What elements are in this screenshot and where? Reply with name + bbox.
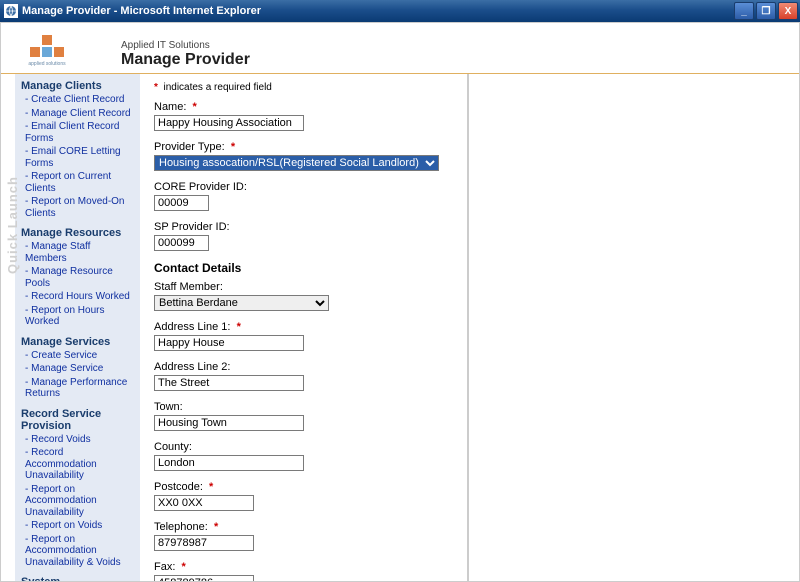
name-field[interactable] bbox=[154, 115, 304, 131]
fax-label: Fax: * bbox=[154, 561, 457, 573]
required-note: * indicates a required field bbox=[154, 82, 457, 93]
staff-label: Staff Member: bbox=[154, 281, 457, 293]
sidebar-item[interactable]: Email Client Record Forms bbox=[25, 121, 134, 144]
addr1-label: Address Line 1: * bbox=[154, 321, 457, 333]
sidebar-item[interactable]: Report on Voids bbox=[25, 520, 134, 532]
sidebar-nav: Manage Clients Create Client Record Manage… bbox=[15, 74, 140, 581]
addr2-label: Address Line 2: bbox=[154, 361, 457, 373]
sidebar-heading: Manage Clients bbox=[21, 80, 134, 92]
minimize-button[interactable]: _ bbox=[734, 2, 754, 20]
ie-icon bbox=[4, 4, 18, 18]
provider-type-select[interactable]: Housing assocation/RSL(Registered Social… bbox=[154, 155, 439, 171]
form-panel: * indicates a required field Name: * Pro… bbox=[140, 74, 468, 581]
quick-launch-label: Quick Launch bbox=[5, 176, 20, 274]
sidebar-item[interactable]: Manage Client Record bbox=[25, 108, 134, 120]
header-subtitle: Applied IT Solutions bbox=[121, 40, 250, 51]
sidebar-heading: Manage Services bbox=[21, 336, 134, 348]
page-title: Manage Provider bbox=[121, 51, 250, 69]
town-label: Town: bbox=[154, 401, 457, 413]
window-titlebar: Manage Provider - Microsoft Internet Exp… bbox=[0, 0, 800, 22]
contact-section-title: Contact Details bbox=[154, 261, 457, 275]
county-field[interactable] bbox=[154, 455, 304, 471]
addr2-field[interactable] bbox=[154, 375, 304, 391]
sidebar-item[interactable]: Report on Moved-On Clients bbox=[25, 196, 134, 219]
sidebar-item[interactable]: Report on Current Clients bbox=[25, 171, 134, 194]
sidebar-item[interactable]: Record Voids bbox=[25, 434, 134, 446]
name-label: Name: * bbox=[154, 101, 457, 113]
sidebar-heading: System Administration bbox=[21, 576, 134, 581]
telephone-field[interactable] bbox=[154, 535, 254, 551]
county-label: County: bbox=[154, 441, 457, 453]
telephone-label: Telephone: * bbox=[154, 521, 457, 533]
sidebar-item[interactable]: Create Service bbox=[25, 350, 134, 362]
sidebar-heading: Manage Resources bbox=[21, 227, 134, 239]
maximize-button[interactable]: ❐ bbox=[756, 2, 776, 20]
sidebar-item[interactable]: Report on Hours Worked bbox=[25, 305, 134, 328]
sidebar-item[interactable]: Record Hours Worked bbox=[25, 291, 134, 303]
addr1-field[interactable] bbox=[154, 335, 304, 351]
blank-right-panel bbox=[469, 74, 799, 581]
sidebar-heading: Record Service Provision bbox=[21, 408, 134, 432]
sidebar-item[interactable]: Manage Staff Members bbox=[25, 241, 134, 264]
core-id-label: CORE Provider ID: bbox=[154, 181, 457, 193]
sidebar-item[interactable]: Create Client Record bbox=[25, 94, 134, 106]
quick-launch-rail: Quick Launch bbox=[1, 74, 15, 581]
brand-logo: applied solutions bbox=[19, 29, 75, 69]
close-button[interactable]: X bbox=[778, 2, 798, 20]
sp-id-field[interactable] bbox=[154, 235, 209, 251]
sidebar-item[interactable]: Email CORE Letting Forms bbox=[25, 146, 134, 169]
page-header: applied solutions Applied IT Solutions M… bbox=[1, 23, 799, 74]
sidebar-item[interactable]: Report on Accommodation Unavailability &… bbox=[25, 534, 134, 569]
town-field[interactable] bbox=[154, 415, 304, 431]
staff-select[interactable]: Bettina Berdane bbox=[154, 295, 329, 311]
sp-id-label: SP Provider ID: bbox=[154, 221, 457, 233]
sidebar-item[interactable]: Report on Accommodation Unavailability bbox=[25, 484, 134, 519]
svg-text:applied solutions: applied solutions bbox=[28, 61, 66, 67]
sidebar-item[interactable]: Manage Resource Pools bbox=[25, 266, 134, 289]
sidebar-item[interactable]: Manage Service bbox=[25, 363, 134, 375]
fax-field[interactable] bbox=[154, 575, 254, 581]
postcode-label: Postcode: * bbox=[154, 481, 457, 493]
postcode-field[interactable] bbox=[154, 495, 254, 511]
sidebar-item[interactable]: Manage Performance Returns bbox=[25, 377, 134, 400]
page-scroll[interactable]: applied solutions Applied IT Solutions M… bbox=[1, 23, 799, 581]
provider-type-label: Provider Type: * bbox=[154, 141, 457, 153]
sidebar-item[interactable]: Record Accommodation Unavailability bbox=[25, 447, 134, 482]
core-id-field[interactable] bbox=[154, 195, 209, 211]
window-title: Manage Provider - Microsoft Internet Exp… bbox=[22, 5, 734, 17]
